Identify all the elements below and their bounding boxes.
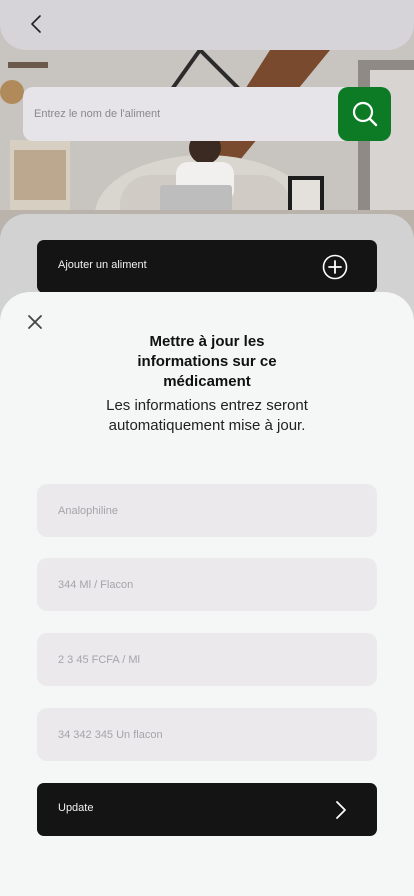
top-bar: [0, 0, 414, 50]
close-icon: [28, 315, 42, 329]
chevron-right-icon: [336, 801, 346, 819]
food-search-input[interactable]: [23, 87, 338, 141]
quantity-input[interactable]: [37, 708, 377, 761]
chevron-left-icon: [31, 15, 41, 33]
add-food-label: Ajouter un aliment: [58, 259, 147, 271]
sheet-title: Mettre à jour les informations sur ce mé…: [137, 333, 277, 390]
plus-circle-icon: [322, 254, 348, 280]
close-button[interactable]: [26, 313, 44, 331]
medication-name-field: [37, 484, 377, 537]
quantity-field: [37, 708, 377, 761]
medication-name-input[interactable]: [37, 484, 377, 537]
add-food-button[interactable]: Ajouter un aliment: [37, 240, 377, 293]
search-icon: [352, 101, 377, 127]
search-button[interactable]: [338, 87, 391, 141]
update-button[interactable]: Update: [37, 783, 377, 836]
price-field: [37, 633, 377, 686]
update-label: Update: [58, 802, 94, 814]
update-medication-sheet: Mettre à jour les informations sur ce mé…: [0, 292, 414, 896]
sheet-subtitle: Les informations entrez seront automatiq…: [106, 397, 308, 434]
price-input[interactable]: [37, 633, 377, 686]
volume-field: [37, 558, 377, 611]
volume-input[interactable]: [37, 558, 377, 611]
back-button[interactable]: [24, 12, 48, 36]
food-search-bar: [23, 87, 391, 141]
